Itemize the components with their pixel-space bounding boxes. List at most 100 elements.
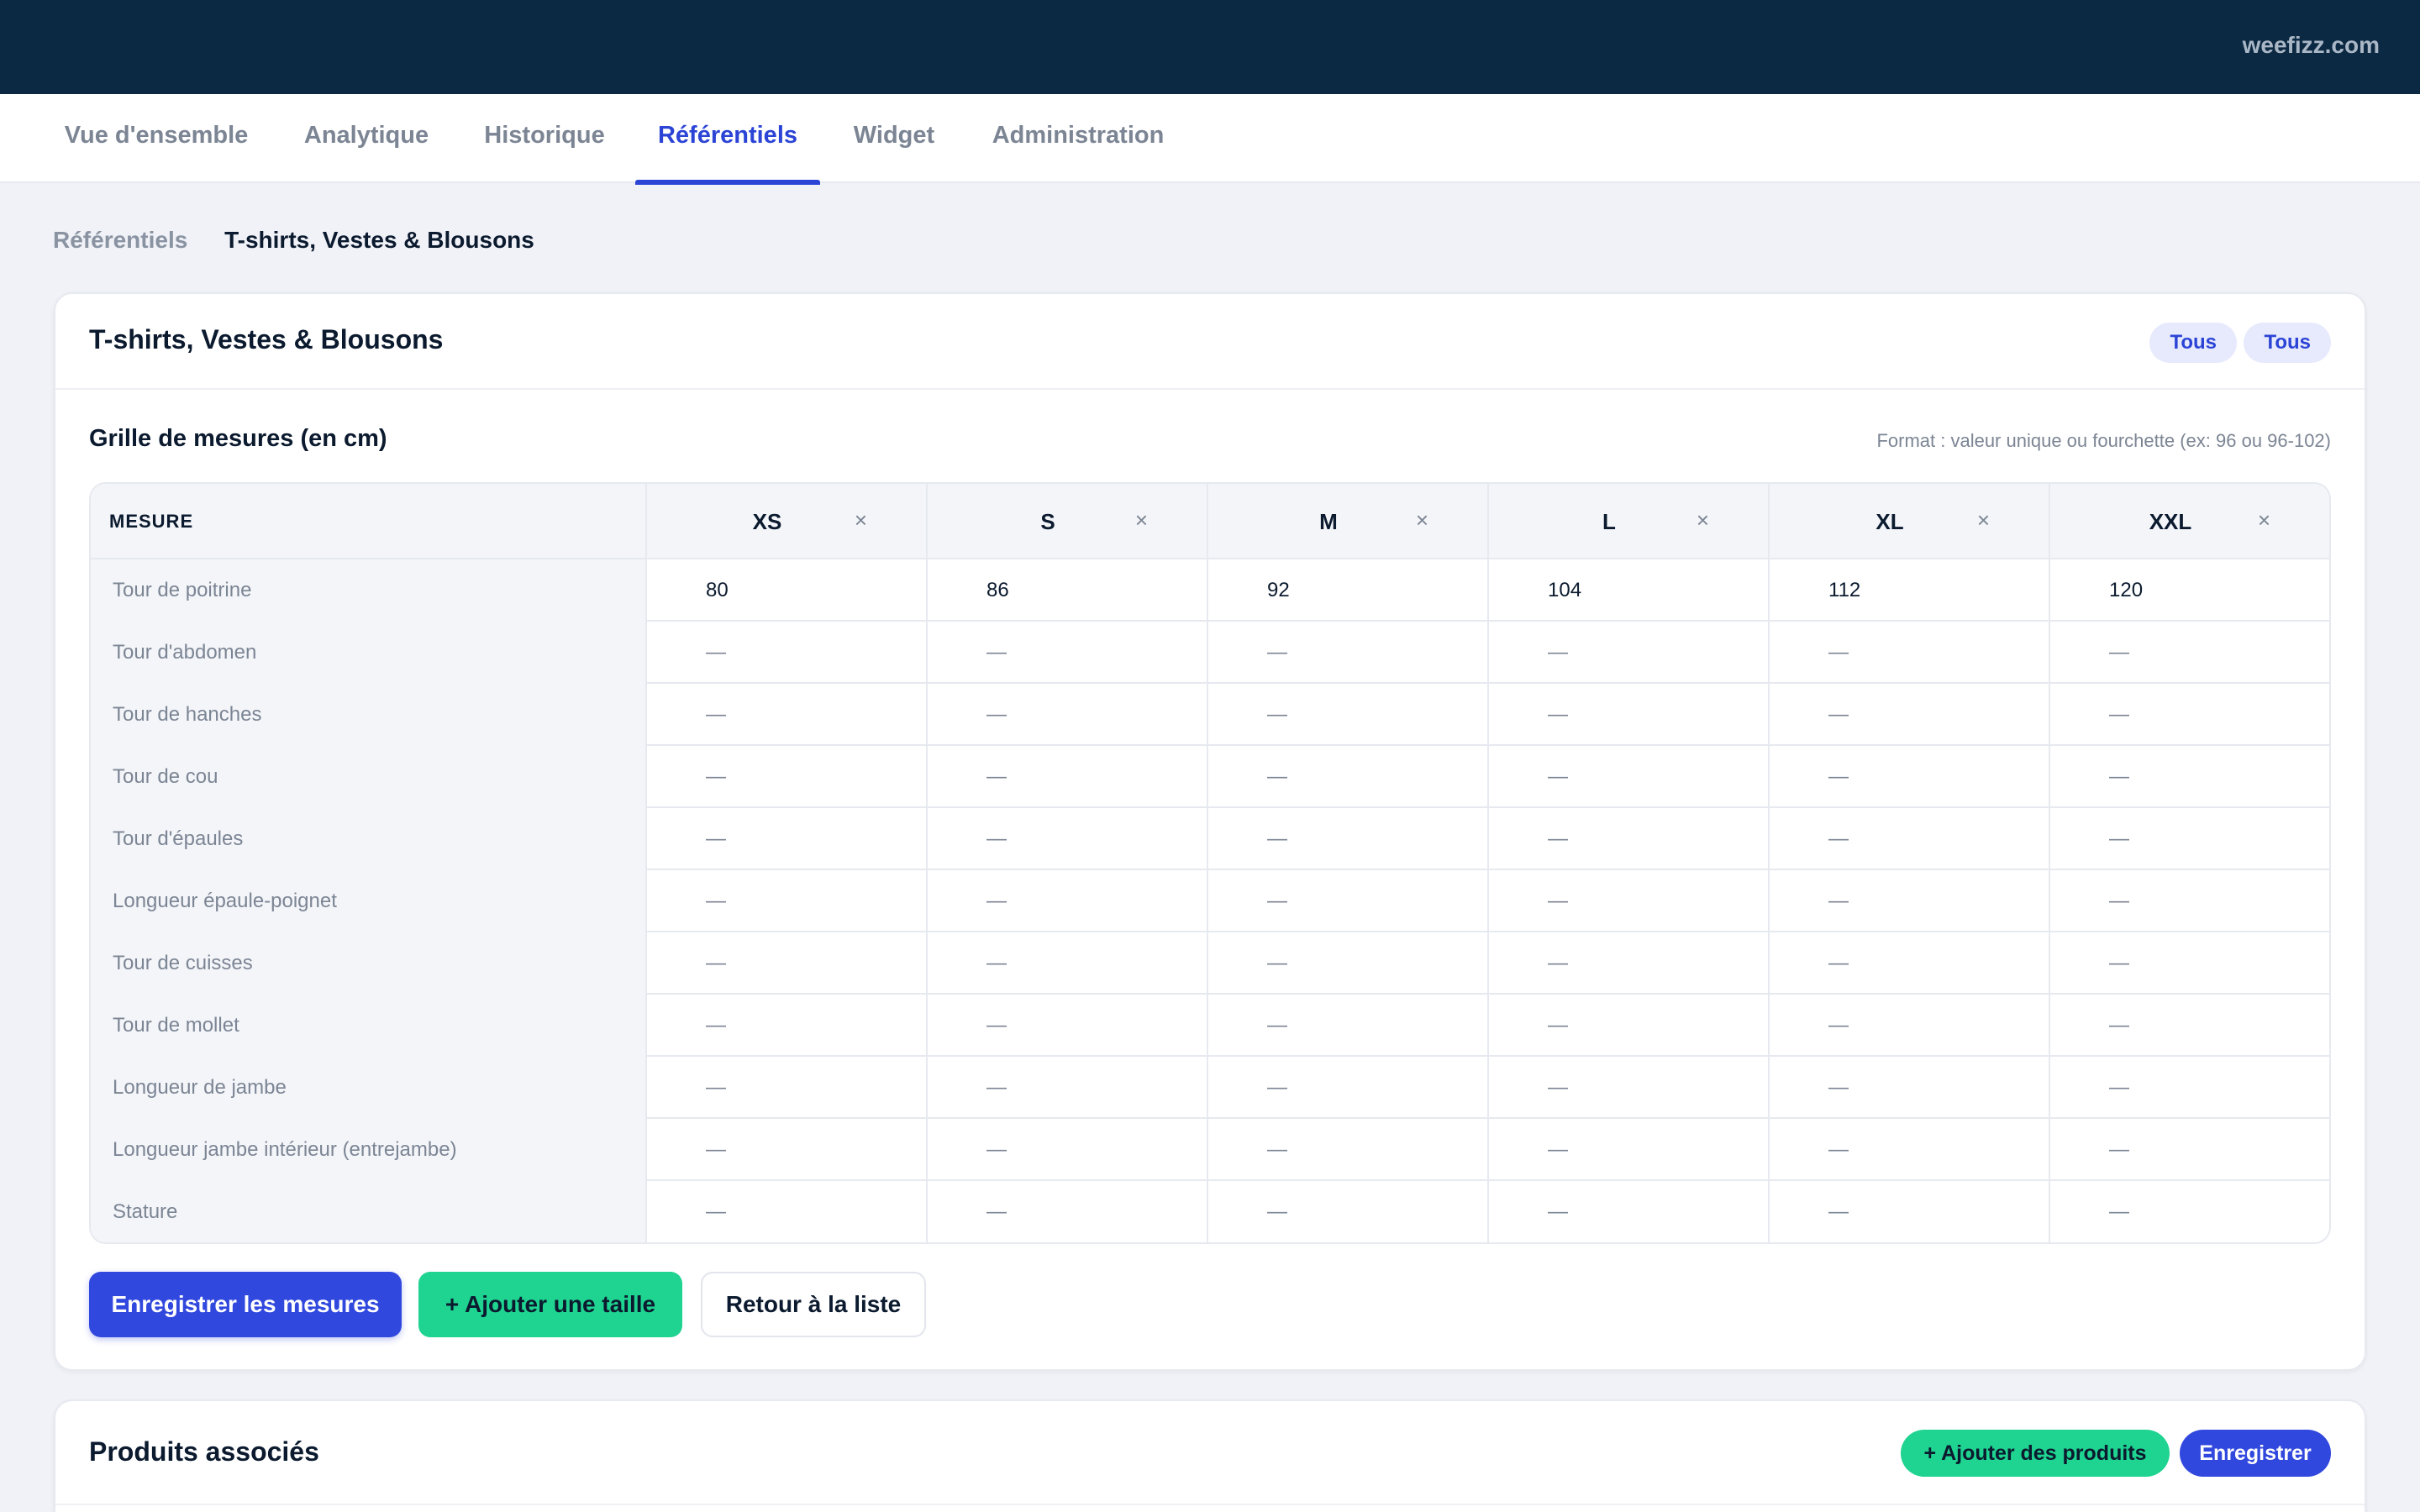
measurement-cell[interactable]: — [1768, 1057, 2049, 1119]
measurement-cell[interactable]: — [1487, 932, 1768, 995]
remove-size-icon[interactable]: × [1697, 507, 1709, 533]
measurement-cell[interactable]: — [2049, 684, 2329, 746]
measurement-cell[interactable]: — [1768, 870, 2049, 932]
measurement-cell[interactable]: — [926, 1119, 1207, 1181]
measurement-cell[interactable]: — [1487, 808, 1768, 870]
measurement-cell[interactable]: — [645, 1181, 926, 1242]
measurement-cell[interactable]: — [2049, 1181, 2329, 1242]
tab-referentiels[interactable]: Référentiels [635, 94, 820, 185]
measurement-cell[interactable]: — [645, 1119, 926, 1181]
measurement-cell[interactable]: — [645, 684, 926, 746]
add-size-button[interactable]: + Ajouter une taille [418, 1272, 682, 1337]
measurement-cell[interactable]: — [1487, 622, 1768, 684]
measurement-cell[interactable]: — [1768, 808, 2049, 870]
measurement-cell[interactable]: — [645, 622, 926, 684]
measurement-row: Tour de cou — — — — — — [91, 746, 2329, 808]
remove-size-icon[interactable]: × [1416, 507, 1428, 533]
size-label: S [1040, 509, 1055, 534]
measurement-cell[interactable]: 92 [1207, 559, 1487, 622]
filter-pill-1[interactable]: Tous [2149, 323, 2237, 363]
measurement-cell[interactable]: — [926, 1057, 1207, 1119]
measurement-cell[interactable]: — [926, 1181, 1207, 1242]
filter-pill-2[interactable]: Tous [2244, 323, 2331, 363]
save-products-button[interactable]: Enregistrer [2180, 1430, 2331, 1477]
measurement-cell[interactable]: — [1207, 1057, 1487, 1119]
measurement-cell[interactable]: — [1487, 684, 1768, 746]
measurement-cell[interactable]: — [1207, 808, 1487, 870]
measurement-cell[interactable]: 80 [645, 559, 926, 622]
measurement-cell[interactable]: — [1207, 746, 1487, 808]
remove-size-icon[interactable]: × [1135, 507, 1148, 533]
main-tabs: Vue d'ensemble Analytique Historique Réf… [0, 94, 2420, 185]
measurement-cell[interactable]: — [1768, 1119, 2049, 1181]
measurement-label: Tour de mollet [91, 995, 645, 1057]
measurement-cell[interactable]: — [1768, 622, 2049, 684]
measurement-cell[interactable]: — [645, 1057, 926, 1119]
measurement-cell[interactable]: — [1487, 1057, 1768, 1119]
measurement-cell[interactable]: — [926, 684, 1207, 746]
add-products-button[interactable]: + Ajouter des produits [1901, 1430, 2170, 1477]
measurement-cell[interactable]: — [1768, 746, 2049, 808]
measurement-cell[interactable]: — [1207, 622, 1487, 684]
measurement-cell[interactable]: — [1207, 1119, 1487, 1181]
measurement-cell[interactable]: — [1207, 932, 1487, 995]
measurement-cell[interactable]: — [926, 808, 1207, 870]
breadcrumb-current: T-shirts, Vestes & Blousons [224, 227, 534, 253]
remove-size-icon[interactable]: × [2258, 507, 2270, 533]
measurement-cell[interactable]: — [645, 995, 926, 1057]
measurement-cell[interactable]: — [926, 932, 1207, 995]
measurement-cell[interactable]: — [1768, 684, 2049, 746]
measurement-label: Tour d'épaules [91, 808, 645, 870]
measurement-cell[interactable]: — [2049, 1057, 2329, 1119]
measurement-cell[interactable]: — [926, 995, 1207, 1057]
size-column-xl: XL × [1768, 484, 2049, 559]
measurement-cell[interactable]: — [1487, 995, 1768, 1057]
measurement-cell[interactable]: — [1487, 1181, 1768, 1242]
measurement-cell[interactable]: 104 [1487, 559, 1768, 622]
measurement-label: Longueur de jambe [91, 1057, 645, 1119]
measurement-cell[interactable]: — [2049, 622, 2329, 684]
measurement-cell[interactable]: — [1207, 995, 1487, 1057]
measurement-cell[interactable]: — [1487, 746, 1768, 808]
tab-widget[interactable]: Widget [840, 94, 948, 183]
measurement-cell[interactable]: — [1207, 1181, 1487, 1242]
save-measures-button[interactable]: Enregistrer les mesures [89, 1272, 402, 1337]
breadcrumb-parent[interactable]: Référentiels [53, 227, 187, 253]
measurement-cell[interactable]: — [2049, 932, 2329, 995]
measurement-cell[interactable]: — [2049, 808, 2329, 870]
size-column-m: M × [1207, 484, 1487, 559]
measurement-cell[interactable]: — [2049, 870, 2329, 932]
measurement-cell[interactable]: 120 [2049, 559, 2329, 622]
tab-administration[interactable]: Administration [981, 94, 1175, 183]
tab-historique[interactable]: Historique [472, 94, 617, 183]
measurement-cell[interactable]: — [1768, 995, 2049, 1057]
measurement-cell[interactable]: — [1207, 870, 1487, 932]
measurement-cell[interactable]: — [645, 746, 926, 808]
measurement-cell[interactable]: — [1487, 870, 1768, 932]
measurement-cell[interactable]: — [2049, 1119, 2329, 1181]
measurement-cell[interactable]: — [1768, 1181, 2049, 1242]
measurement-row: Tour de hanches — — — — — — [91, 684, 2329, 746]
measurement-cell[interactable]: — [1487, 1119, 1768, 1181]
measurement-cell[interactable]: — [645, 932, 926, 995]
back-to-list-button[interactable]: Retour à la liste [701, 1272, 926, 1337]
measurement-cell[interactable]: 86 [926, 559, 1207, 622]
measurement-cell[interactable]: — [645, 870, 926, 932]
measurement-cell[interactable]: — [1768, 932, 2049, 995]
measurement-cell[interactable]: — [645, 808, 926, 870]
measurement-cell[interactable]: 112 [1768, 559, 2049, 622]
tab-vue-ensemble[interactable]: Vue d'ensemble [52, 94, 260, 183]
tab-analytique[interactable]: Analytique [294, 94, 439, 183]
measurement-cell[interactable]: — [926, 870, 1207, 932]
measurement-label: Longueur jambe intérieur (entrejambe) [91, 1119, 645, 1181]
measurement-cell[interactable]: — [1207, 684, 1487, 746]
measurement-row: Longueur jambe intérieur (entrejambe) — — —… [91, 1119, 2329, 1181]
size-grid-card: T-shirts, Vestes & Blousons Tous Tous Gr… [54, 292, 2366, 1371]
measurement-cell[interactable]: — [926, 622, 1207, 684]
remove-size-icon[interactable]: × [855, 507, 867, 533]
measurement-cell[interactable]: — [2049, 995, 2329, 1057]
remove-size-icon[interactable]: × [1977, 507, 1990, 533]
measurement-cell[interactable]: — [926, 746, 1207, 808]
divider [55, 1504, 2365, 1505]
measurement-cell[interactable]: — [2049, 746, 2329, 808]
